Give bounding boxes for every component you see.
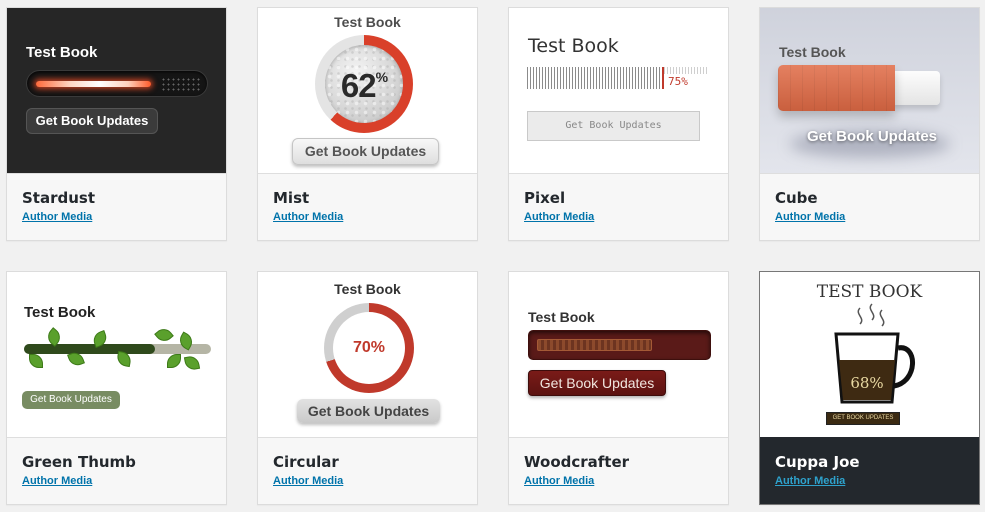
progress-fill — [537, 339, 652, 351]
preview-book-title: Test Book — [779, 44, 846, 60]
progress-fill — [24, 344, 155, 354]
author-link[interactable]: Author Media — [524, 475, 594, 487]
preview-updates-button: GET BOOK UPDATES — [826, 412, 900, 425]
progress-ring: 62% — [315, 35, 413, 133]
coffee-mug-icon: 68% — [834, 303, 915, 404]
preview-updates-button: Get Book Updates — [527, 111, 700, 141]
theme-card-cuppa-joe[interactable]: TEST BOOK 68% GET BOOK UPDATES Cuppa Joe… — [759, 271, 980, 505]
theme-info: Cube Author Media — [760, 173, 979, 240]
progress-track — [26, 70, 208, 97]
theme-name: Green Thumb — [22, 453, 136, 471]
theme-card-stardust[interactable]: Test Book Get Book Updates Stardust Auth… — [6, 7, 227, 241]
theme-card-green-thumb[interactable]: Test Book Get Book Updates Green Thumb A… — [6, 271, 227, 505]
preview-book-title: Test Book — [528, 309, 595, 325]
progress-ring-center: 62% — [325, 45, 403, 123]
theme-info: Mist Author Media — [258, 173, 477, 240]
theme-info: Pixel Author Media — [509, 173, 728, 240]
author-link[interactable]: Author Media — [775, 475, 845, 487]
theme-card-woodcrafter[interactable]: Test Book Get Book Updates Woodcrafter A… — [508, 271, 729, 505]
preview-book-title: Test Book — [26, 44, 98, 61]
author-link[interactable]: Author Media — [22, 211, 92, 223]
progress-remainder — [664, 67, 709, 74]
progress-track — [528, 330, 711, 360]
author-link[interactable]: Author Media — [273, 475, 343, 487]
progress-fill — [778, 65, 895, 111]
theme-card-circular[interactable]: Test Book 70% Get Book Updates Circular … — [257, 271, 478, 505]
progress-percent: 68% — [850, 374, 883, 392]
theme-info: Green Thumb Author Media — [7, 437, 226, 504]
starfield-decoration — [161, 77, 201, 92]
author-link[interactable]: Author Media — [524, 211, 594, 223]
progress-fill — [527, 67, 664, 89]
theme-card-pixel[interactable]: Test Book 75% Get Book Updates Pixel Aut… — [508, 7, 729, 241]
theme-info: Circular Author Media — [258, 437, 477, 504]
theme-preview-cube: Test Book Get Book Updates — [760, 8, 979, 173]
theme-info: Woodcrafter Author Media — [509, 437, 728, 504]
preview-updates-button: Get Book Updates — [528, 370, 666, 396]
progress-remainder — [893, 71, 940, 105]
progress-percent: 75% — [668, 75, 688, 88]
author-link[interactable]: Author Media — [22, 475, 92, 487]
theme-card-cube[interactable]: Test Book Get Book Updates Cube Author M… — [759, 7, 980, 241]
theme-name: Cube — [775, 189, 818, 207]
progress-ring: 70% — [324, 303, 414, 393]
theme-name: Stardust — [22, 189, 96, 207]
theme-preview-cuppa-joe: TEST BOOK 68% GET BOOK UPDATES — [760, 272, 979, 437]
leaf-icon — [183, 354, 201, 372]
theme-card-mist[interactable]: Test Book 62% Get Book Updates Mist Auth… — [257, 7, 478, 241]
theme-name: Circular — [273, 453, 339, 471]
preview-updates-button: Get Book Updates — [806, 128, 938, 145]
progress-ring-center: 70% — [333, 312, 405, 384]
theme-info: Stardust Author Media — [7, 173, 226, 240]
progress-percent: 70% — [352, 339, 386, 356]
progress-fill — [36, 81, 151, 87]
theme-info: Cuppa Joe Author Media — [760, 437, 979, 504]
preview-updates-button: Get Book Updates — [26, 108, 158, 134]
preview-updates-button: Get Book Updates — [292, 138, 439, 165]
theme-preview-woodcrafter: Test Book Get Book Updates — [509, 272, 728, 437]
progress-bar — [778, 65, 940, 111]
theme-preview-circular: Test Book 70% Get Book Updates — [258, 272, 477, 437]
progress-percent: 62% — [340, 67, 388, 104]
preview-book-title: TEST BOOK — [816, 282, 923, 302]
preview-book-title: Test Book — [528, 35, 619, 57]
theme-name: Mist — [273, 189, 310, 207]
leaf-icon — [154, 325, 174, 345]
preview-book-title: Test Book — [334, 281, 401, 297]
preview-book-title: Test Book — [334, 14, 401, 30]
theme-preview-mist: Test Book 62% Get Book Updates — [258, 8, 477, 173]
theme-preview-stardust: Test Book Get Book Updates — [7, 8, 226, 173]
preview-updates-button: Get Book Updates — [297, 399, 440, 423]
theme-name: Cuppa Joe — [775, 453, 860, 471]
preview-updates-button: Get Book Updates — [22, 391, 120, 409]
progress-bar: 75% — [527, 67, 709, 89]
leaf-icon — [167, 354, 181, 368]
author-link[interactable]: Author Media — [775, 211, 845, 223]
author-link[interactable]: Author Media — [273, 211, 343, 223]
theme-name: Pixel — [524, 189, 566, 207]
leaf-icon — [29, 354, 43, 368]
preview-book-title: Test Book — [24, 304, 96, 321]
theme-preview-green-thumb: Test Book Get Book Updates — [7, 272, 226, 437]
theme-preview-pixel: Test Book 75% Get Book Updates — [509, 8, 728, 173]
theme-name: Woodcrafter — [524, 453, 630, 471]
